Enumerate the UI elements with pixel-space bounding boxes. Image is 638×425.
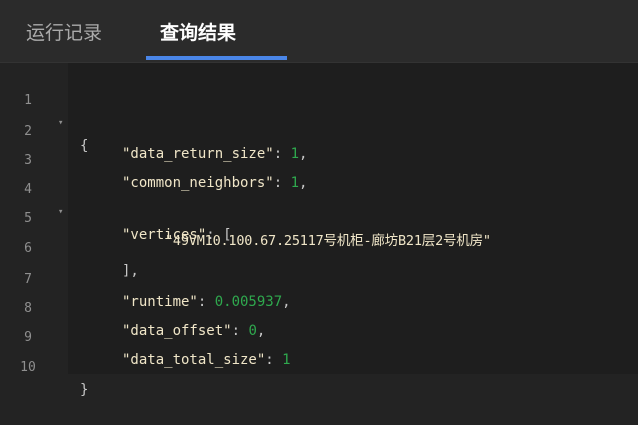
- code-line: 3 "common_neighbors": 1,: [0, 126, 638, 191]
- code-line: 10 }: [0, 333, 638, 398]
- code-line: 9 "data_total_size": 1: [0, 303, 638, 368]
- json-code-viewer[interactable]: 1 ▾ { 2 "data_return_size": 1, 3 "common…: [0, 63, 638, 398]
- code-line: 6 ],: [0, 214, 638, 279]
- tab-query-result[interactable]: 查询结果: [160, 18, 236, 46]
- tab-run-history[interactable]: 运行记录: [26, 18, 102, 46]
- code-line: 2 "data_return_size": 1,: [0, 97, 638, 162]
- code-line: 1 ▾ {: [0, 66, 638, 154]
- code-line: 7 "runtime": 0.005937,: [0, 245, 638, 310]
- code-line: 4 ▾ "vertices": [: [0, 155, 638, 243]
- active-tab-indicator: [146, 56, 287, 60]
- line-number: 10: [20, 360, 36, 375]
- results-tabbar: 运行记录 查询结果: [0, 0, 638, 62]
- code-line: 5 "49VM10.100.67.25117号机柜-廊坊B21层2号机房": [0, 184, 638, 249]
- code-line: 8 "data_offset": 0,: [0, 274, 638, 339]
- code-text: }: [80, 382, 89, 398]
